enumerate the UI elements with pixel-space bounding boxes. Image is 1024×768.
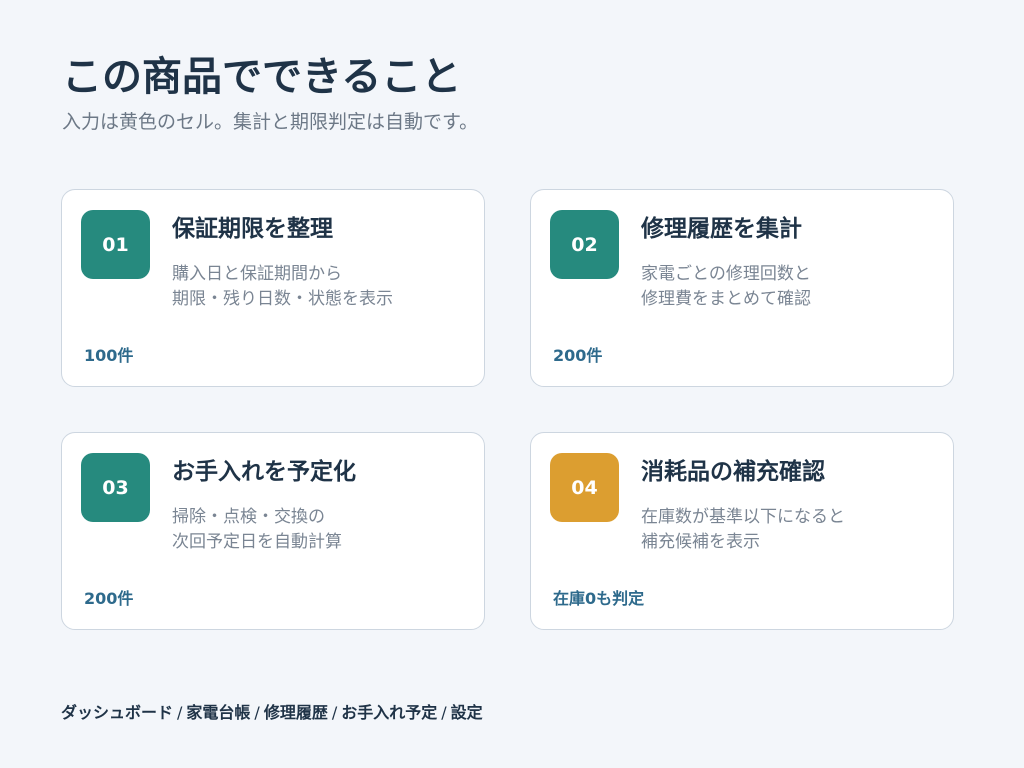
card-title: 保証期限を整理 bbox=[172, 216, 333, 242]
card-description-line: 期限・残り日数・状態を表示 bbox=[172, 289, 393, 309]
card-description: 掃除・点検・交換の 次回予定日を自動計算 bbox=[172, 505, 472, 555]
card-description-line: 補充候補を表示 bbox=[641, 532, 760, 552]
card-title: お手入れを予定化 bbox=[172, 459, 356, 485]
feature-card-warranty[interactable]: 01 保証期限を整理 購入日と保証期間から 期限・残り日数・状態を表示 100件 bbox=[61, 189, 485, 387]
card-title: 消耗品の補充確認 bbox=[641, 459, 825, 485]
number-badge: 04 bbox=[550, 453, 619, 522]
card-description-line: 次回予定日を自動計算 bbox=[172, 532, 342, 552]
card-description-line: 家電ごとの修理回数と bbox=[641, 264, 811, 284]
card-description-line: 購入日と保証期間から bbox=[172, 264, 342, 284]
nav-link-appliance-ledger[interactable]: 家電台帳 bbox=[186, 703, 250, 722]
nav-separator: / bbox=[331, 703, 338, 722]
page-title: この商品でできること bbox=[62, 54, 462, 100]
nav-link-settings[interactable]: 設定 bbox=[451, 703, 483, 722]
nav-link-repair-history[interactable]: 修理履歴 bbox=[264, 703, 328, 722]
sheet-navigation: ダッシュボード / 家電台帳 / 修理履歴 / お手入れ予定 / 設定 bbox=[61, 701, 483, 725]
card-description: 在庫数が基準以下になると 補充候補を表示 bbox=[641, 505, 941, 555]
page-subtitle: 入力は黄色のセル。集計と期限判定は自動です。 bbox=[62, 111, 479, 133]
number-badge: 02 bbox=[550, 210, 619, 279]
card-description-line: 修理費をまとめて確認 bbox=[641, 289, 811, 309]
card-description: 購入日と保証期間から 期限・残り日数・状態を表示 bbox=[172, 262, 472, 312]
card-capacity-label: 在庫0も判定 bbox=[553, 589, 645, 608]
card-capacity-label: 200件 bbox=[84, 589, 134, 608]
card-capacity-label: 100件 bbox=[84, 346, 134, 365]
card-description: 家電ごとの修理回数と 修理費をまとめて確認 bbox=[641, 262, 941, 312]
feature-card-repair-history[interactable]: 02 修理履歴を集計 家電ごとの修理回数と 修理費をまとめて確認 200件 bbox=[530, 189, 954, 387]
number-badge: 01 bbox=[81, 210, 150, 279]
card-description-line: 在庫数が基準以下になると bbox=[641, 507, 845, 527]
nav-separator: / bbox=[177, 703, 183, 722]
card-title: 修理履歴を集計 bbox=[641, 216, 802, 242]
feature-card-consumables[interactable]: 04 消耗品の補充確認 在庫数が基準以下になると 補充候補を表示 在庫0も判定 bbox=[530, 432, 954, 630]
card-description-line: 掃除・点検・交換の bbox=[172, 507, 325, 527]
feature-card-maintenance[interactable]: 03 お手入れを予定化 掃除・点検・交換の 次回予定日を自動計算 200件 bbox=[61, 432, 485, 630]
number-badge: 03 bbox=[81, 453, 150, 522]
nav-separator: / bbox=[441, 703, 447, 722]
nav-link-dashboard[interactable]: ダッシュボード bbox=[61, 703, 173, 722]
nav-separator: / bbox=[254, 703, 260, 722]
nav-link-maintenance-schedule[interactable]: お手入れ予定 bbox=[341, 703, 437, 722]
card-capacity-label: 200件 bbox=[553, 346, 603, 365]
